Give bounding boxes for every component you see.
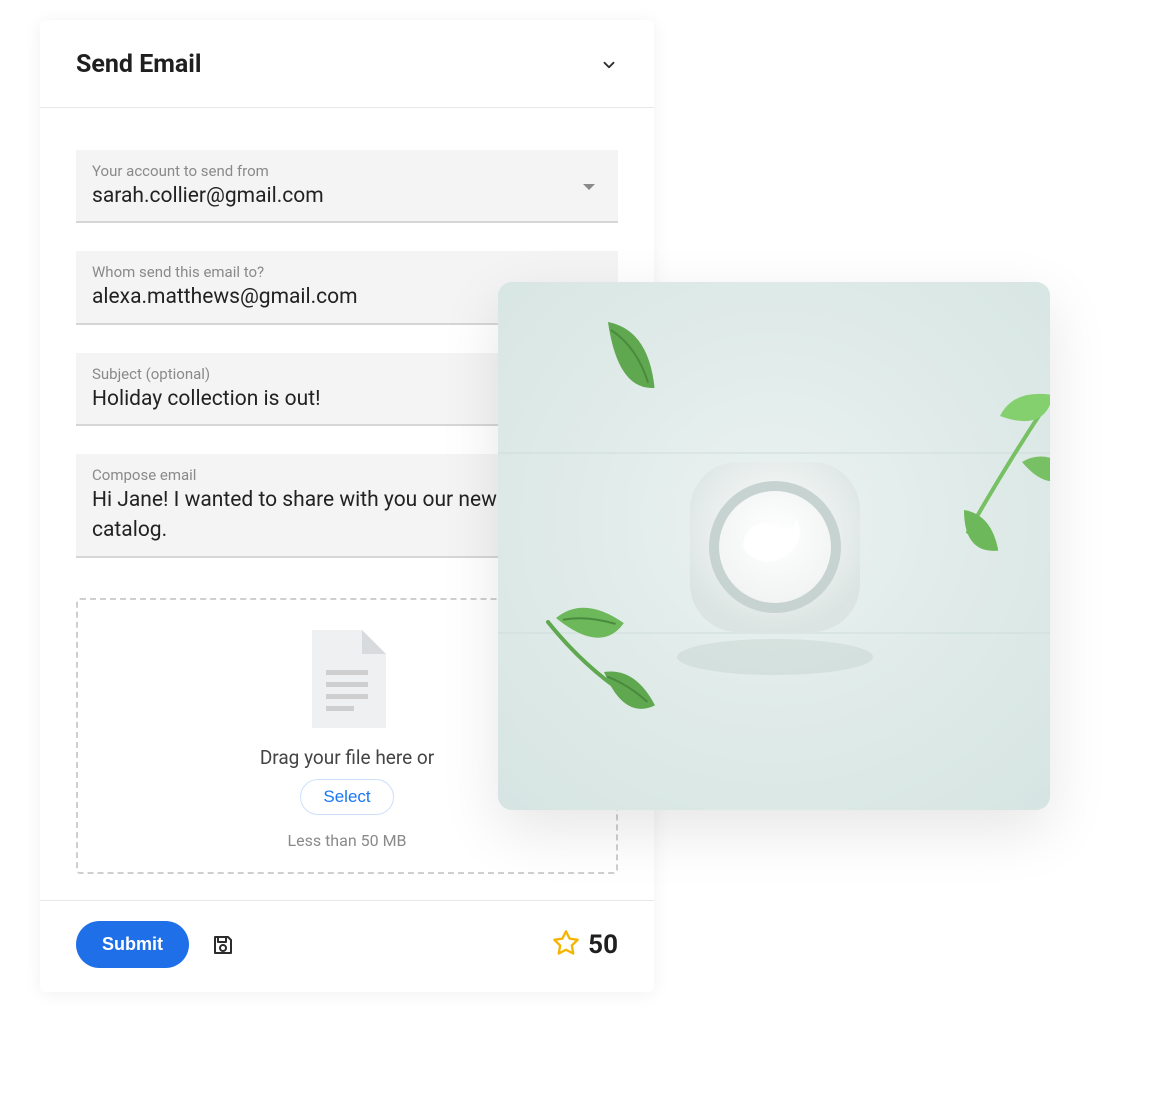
select-file-button[interactable]: Select: [300, 779, 393, 815]
card-title: Send Email: [76, 50, 202, 79]
from-label: Your account to send from: [92, 162, 602, 180]
save-icon[interactable]: [211, 933, 235, 957]
drop-text: Drag your file here or: [260, 746, 434, 769]
dropdown-caret-icon: [582, 178, 596, 197]
star-icon[interactable]: [552, 929, 580, 961]
from-account-select[interactable]: Your account to send from sarah.collier@…: [76, 150, 618, 223]
file-limit-text: Less than 50 MB: [287, 831, 406, 850]
document-icon: [308, 630, 386, 732]
recipient-label: Whom send this email to?: [92, 263, 602, 281]
attachment-preview-image: [498, 282, 1050, 810]
submit-button[interactable]: Submit: [76, 921, 189, 968]
chevron-down-icon[interactable]: [600, 56, 618, 74]
from-value: sarah.collier@gmail.com: [92, 182, 602, 211]
credit-count: 50: [588, 930, 618, 960]
card-header[interactable]: Send Email: [40, 20, 654, 108]
card-footer: Submit 50: [40, 900, 654, 992]
